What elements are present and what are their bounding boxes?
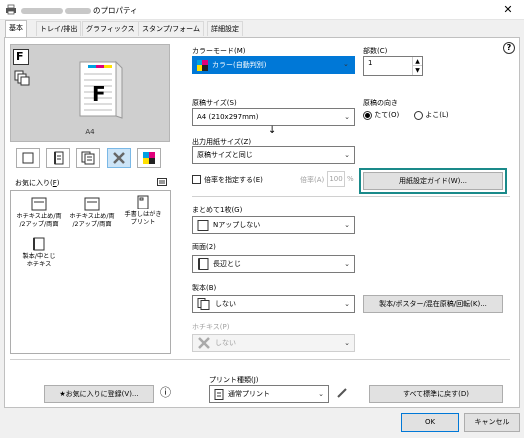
page-icon bbox=[22, 152, 34, 164]
help-button[interactable]: ? bbox=[503, 42, 515, 54]
scale-checkbox[interactable] bbox=[192, 175, 201, 184]
collate-icon bbox=[14, 70, 30, 86]
color-mode-label: カラーモード(M) bbox=[192, 47, 246, 55]
paper-setting-guide-button[interactable]: 用紙設定ガイド(W)... bbox=[359, 168, 507, 194]
spin-down-icon[interactable]: ▼ bbox=[412, 66, 422, 75]
divider bbox=[192, 196, 510, 197]
postcard-icon bbox=[137, 195, 149, 209]
scale-unit: % bbox=[347, 175, 354, 183]
orientation-landscape[interactable]: よこ(L) bbox=[414, 110, 449, 120]
original-size-select[interactable]: A4 (210x297mm) ⌄ bbox=[192, 108, 355, 126]
booklet-poster-mixed-rotate-button[interactable]: 製本/ポスター/混在原稿/回転(K)... bbox=[363, 295, 503, 313]
ok-button[interactable]: OK bbox=[401, 413, 459, 432]
duplex-select[interactable]: 長辺とじ ⌄ bbox=[192, 255, 355, 273]
booklet-page-icon bbox=[197, 298, 210, 310]
color-mode-select[interactable]: カラー(自動判別) bbox=[192, 56, 355, 74]
chevron-down-icon: ⌄ bbox=[344, 300, 350, 308]
favorite-preset-icon bbox=[84, 197, 100, 211]
chevron-down-icon: ⌄ bbox=[344, 221, 350, 229]
tab-stamp-form[interactable]: スタンプ/フォーム bbox=[138, 21, 204, 36]
print-type-label: プリント種類(J) bbox=[209, 376, 259, 384]
divider bbox=[10, 359, 510, 360]
favorite-item[interactable]: ホチキス止め/両/2アップ/両面 bbox=[66, 197, 118, 228]
page-icon bbox=[197, 219, 209, 231]
output-size-select[interactable]: 原稿サイズと同じ ⌄ bbox=[192, 146, 355, 164]
scale-input[interactable]: 100 bbox=[327, 171, 345, 187]
favorite-preset-icon bbox=[31, 197, 47, 211]
color-view-button[interactable] bbox=[137, 148, 161, 168]
staple-select[interactable]: しない ⌄ bbox=[192, 334, 355, 352]
chevron-down-icon: ⌄ bbox=[344, 339, 350, 347]
favorites-list[interactable]: ホチキス止め/両/2アップ/両面 ホチキス止め/両/2アップ/両面 手書しはがき… bbox=[10, 190, 171, 354]
page-preview-letter: F bbox=[92, 82, 106, 106]
favorite-item[interactable]: ホチキス止め/両/2アップ/両面 bbox=[13, 197, 65, 228]
nup-select[interactable]: Nアップしない ⌄ bbox=[192, 216, 355, 234]
chevron-down-icon: ⌄ bbox=[344, 260, 350, 268]
single-page-button[interactable] bbox=[16, 148, 40, 168]
info-icon[interactable]: ⓘ bbox=[160, 387, 171, 399]
arrow-down-icon: ↓ bbox=[268, 125, 277, 136]
chevron-down-icon: ⌄ bbox=[344, 151, 350, 159]
print-type-select[interactable]: 通常プリント ⌄ bbox=[209, 385, 329, 403]
document-icon bbox=[214, 388, 224, 400]
orientation-label: 原稿の向き bbox=[363, 99, 398, 107]
favorite-item[interactable]: 手書しはがき プリント bbox=[117, 195, 169, 226]
tab-tray-output[interactable]: トレイ/排出 bbox=[36, 21, 82, 36]
tab-basic[interactable]: 基本 bbox=[5, 20, 27, 37]
window-title: のプロパティ bbox=[21, 5, 138, 16]
tab-graphics[interactable]: グラフィックス bbox=[82, 21, 139, 36]
printer-icon bbox=[6, 4, 16, 15]
duplex-view-button[interactable] bbox=[46, 148, 70, 168]
chevron-down-icon: ⌄ bbox=[318, 390, 324, 398]
duplex-page-icon bbox=[54, 151, 64, 165]
staple-off-icon bbox=[198, 337, 210, 349]
pencil-icon[interactable] bbox=[336, 387, 348, 399]
favorite-item[interactable]: 製本/中とじ ホチキス bbox=[13, 237, 65, 268]
finishing-view-button[interactable] bbox=[107, 148, 131, 168]
add-to-favorites-button[interactable]: ★お気に入りに登録(V)... bbox=[44, 385, 154, 403]
booklet-view-button[interactable] bbox=[76, 148, 100, 168]
scale-checkbox-label: 倍率を指定する(E) bbox=[204, 176, 263, 184]
orientation-portrait[interactable]: たて(O) bbox=[363, 110, 399, 120]
staple-label: ホチキス(P) bbox=[192, 323, 230, 331]
spin-up-icon[interactable]: ▲ bbox=[412, 57, 422, 66]
chevron-down-icon: ⌄ bbox=[343, 60, 349, 68]
scale-ratio-label: 倍率(A) bbox=[300, 176, 325, 184]
tab-advanced[interactable]: 詳細設定 bbox=[207, 21, 243, 36]
duplex-long-edge-icon bbox=[198, 258, 209, 270]
color-icon bbox=[143, 152, 155, 164]
color-swatch-icon bbox=[197, 59, 208, 71]
favorites-label: お気に入り(F) bbox=[15, 179, 60, 187]
radio-checked-icon bbox=[363, 110, 372, 120]
booklet-page-icon bbox=[81, 151, 95, 165]
original-size-label: 原稿サイズ(S) bbox=[192, 99, 237, 107]
copies-label: 部数(C) bbox=[363, 47, 388, 55]
tools-icon bbox=[113, 152, 125, 164]
duplex-label: 両面(2) bbox=[192, 243, 216, 251]
preview-toolbar bbox=[16, 148, 166, 168]
booklet-select[interactable]: しない ⌄ bbox=[192, 295, 355, 313]
chevron-down-icon: ⌄ bbox=[344, 113, 350, 121]
paper-size-caption: A4 bbox=[85, 128, 95, 136]
radio-icon bbox=[414, 110, 423, 120]
close-button[interactable]: ✕ bbox=[492, 0, 524, 20]
nup-label: まとめて1枚(G) bbox=[192, 206, 243, 214]
cancel-button[interactable]: キャンセル bbox=[464, 413, 520, 432]
booklet-icon bbox=[33, 237, 45, 251]
favorites-menu-icon[interactable] bbox=[157, 178, 167, 186]
booklet-label: 製本(B) bbox=[192, 284, 217, 292]
reset-defaults-button[interactable]: すべて標準に戻す(D) bbox=[369, 385, 503, 403]
preview-badge-icon: F bbox=[13, 49, 29, 65]
